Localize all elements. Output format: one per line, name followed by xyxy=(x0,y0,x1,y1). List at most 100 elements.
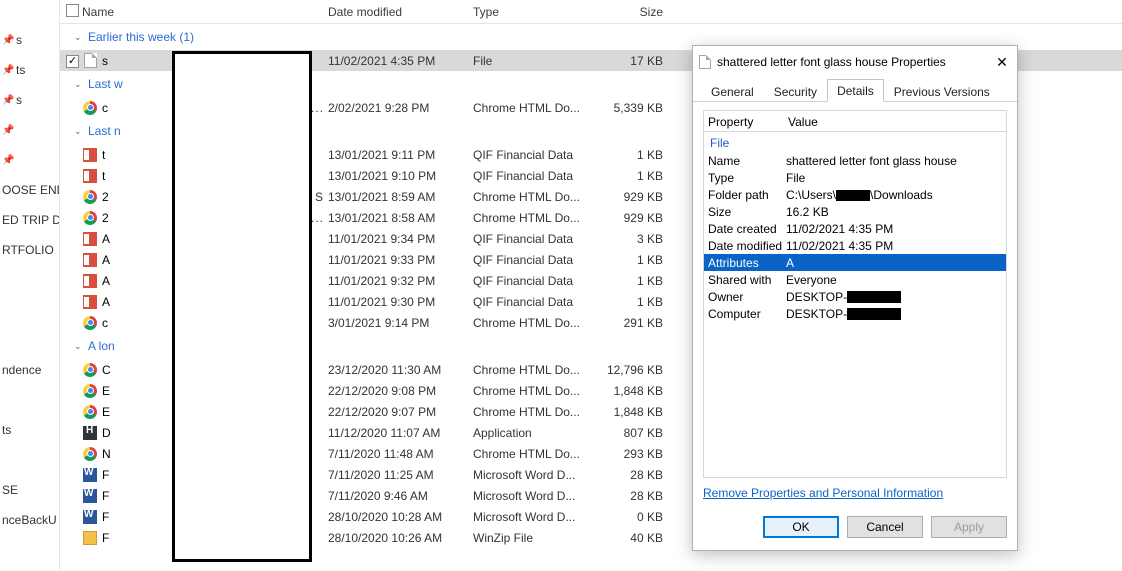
tab-general[interactable]: General xyxy=(701,80,764,102)
file-name: F xyxy=(102,489,109,503)
header-type[interactable]: Type xyxy=(473,5,593,19)
sidebar-item[interactable]: 📌ts xyxy=(0,60,59,80)
remove-properties-link[interactable]: Remove Properties and Personal Informati… xyxy=(703,478,1007,500)
file-date: 13/01/2021 9:10 PM xyxy=(328,169,473,183)
property-row[interactable]: Folder pathC:\Users\\Downloads xyxy=(704,186,1006,203)
property-row[interactable]: Date created11/02/2021 4:35 PM xyxy=(704,220,1006,237)
file-type: Chrome HTML Do... xyxy=(473,384,593,398)
header-size[interactable]: Size xyxy=(593,5,673,19)
file-name-trail: ... xyxy=(311,211,328,225)
file-name: t xyxy=(102,148,105,162)
dialog-buttons: OK Cancel Apply xyxy=(693,504,1017,550)
property-key: Date modified xyxy=(704,239,786,253)
dialog-title: shattered letter font glass house Proper… xyxy=(717,55,993,69)
property-row[interactable]: OwnerDESKTOP- xyxy=(704,288,1006,305)
file-name: c xyxy=(102,101,108,115)
file-size: 1 KB xyxy=(593,295,673,309)
qif-icon xyxy=(82,147,98,163)
word-icon xyxy=(82,488,98,504)
sidebar-item[interactable]: 📌s xyxy=(0,30,59,50)
file-size: 293 KB xyxy=(593,447,673,461)
application-icon xyxy=(82,425,98,441)
pin-icon: 📌 xyxy=(2,35,12,46)
sidebar-item[interactable]: SE xyxy=(0,480,59,500)
col-value[interactable]: Value xyxy=(788,115,1002,129)
file-name: A xyxy=(102,295,110,309)
file-date: 22/12/2020 9:08 PM xyxy=(328,384,473,398)
chrome-icon xyxy=(82,210,98,226)
file-date: 23/12/2020 11:30 AM xyxy=(328,363,473,377)
file-date: 28/10/2020 10:26 AM xyxy=(328,531,473,545)
property-key: Type xyxy=(704,171,786,185)
header-date[interactable]: Date modified xyxy=(328,5,473,19)
sidebar-item[interactable]: 📌 xyxy=(0,150,59,170)
sidebar-item[interactable]: nceBackU xyxy=(0,510,59,530)
file-name: D xyxy=(102,426,111,440)
sidebar-item-label: s xyxy=(16,33,22,47)
sidebar-item[interactable] xyxy=(0,300,59,320)
file-name-trail: S xyxy=(315,190,328,204)
sidebar-item[interactable] xyxy=(0,390,59,410)
chrome-icon xyxy=(82,362,98,378)
winzip-icon xyxy=(82,530,98,546)
file-size: 1 KB xyxy=(593,253,673,267)
file-size: 1 KB xyxy=(593,148,673,162)
close-icon[interactable]: ✕ xyxy=(993,53,1011,71)
sidebar-item[interactable]: 📌s xyxy=(0,90,59,110)
sidebar-item[interactable]: 📌 xyxy=(0,120,59,140)
header-name[interactable]: Name xyxy=(80,5,328,19)
redaction-box xyxy=(172,51,312,562)
file-type: Chrome HTML Do... xyxy=(473,405,593,419)
chrome-icon xyxy=(82,404,98,420)
file-size: 929 KB xyxy=(593,211,673,225)
tab-previous-versions[interactable]: Previous Versions xyxy=(884,80,1000,102)
property-row[interactable]: Date modified11/02/2021 4:35 PM xyxy=(704,237,1006,254)
file-type: Chrome HTML Do... xyxy=(473,190,593,204)
select-all-checkbox[interactable] xyxy=(66,4,79,17)
file-size: 28 KB xyxy=(593,468,673,482)
properties-table[interactable]: Property Value File Nameshattered letter… xyxy=(703,110,1007,478)
sidebar-item[interactable] xyxy=(0,450,59,470)
sidebar-item[interactable]: ts xyxy=(0,420,59,440)
col-property[interactable]: Property xyxy=(708,115,788,129)
property-row[interactable]: AttributesA xyxy=(704,254,1006,271)
property-row[interactable]: ComputerDESKTOP- xyxy=(704,305,1006,322)
sidebar-item[interactable]: ED TRIP D xyxy=(0,210,59,230)
property-row[interactable]: Nameshattered letter font glass house xyxy=(704,152,1006,169)
ok-button[interactable]: OK xyxy=(763,516,839,538)
sidebar-item[interactable]: RTFOLIO xyxy=(0,240,59,260)
file-size: 0 KB xyxy=(593,510,673,524)
file-name: s xyxy=(102,54,108,68)
property-key: Shared with xyxy=(704,273,786,287)
dialog-titlebar[interactable]: shattered letter font glass house Proper… xyxy=(693,46,1017,78)
column-headers[interactable]: Name Date modified Type Size xyxy=(60,0,1122,24)
sidebar-item-label: s xyxy=(16,93,22,107)
file-name: 2 xyxy=(102,211,109,225)
property-row[interactable]: Size16.2 KB xyxy=(704,203,1006,220)
row-checkbox[interactable] xyxy=(66,55,79,68)
sidebar-item[interactable]: OOSE END xyxy=(0,180,59,200)
file-date: 13/01/2021 8:59 AM xyxy=(328,190,473,204)
file-date: 7/11/2020 9:46 AM xyxy=(328,489,473,503)
file-size: 291 KB xyxy=(593,316,673,330)
tab-details[interactable]: Details xyxy=(827,79,884,102)
file-type: QIF Financial Data xyxy=(473,232,593,246)
sidebar-item-label: ndence xyxy=(2,363,41,377)
sidebar-item[interactable] xyxy=(0,540,59,560)
tab-security[interactable]: Security xyxy=(764,80,827,102)
property-key: Attributes xyxy=(704,256,786,270)
sidebar-item[interactable] xyxy=(0,270,59,290)
file-name: 2 xyxy=(102,190,109,204)
sidebar-item[interactable] xyxy=(0,330,59,350)
file-date: 11/01/2021 9:32 PM xyxy=(328,274,473,288)
property-row[interactable]: TypeFile xyxy=(704,169,1006,186)
apply-button: Apply xyxy=(931,516,1007,538)
property-row[interactable]: Shared withEveryone xyxy=(704,271,1006,288)
file-name-trail: ... xyxy=(311,101,328,115)
sidebar-item[interactable]: ndence xyxy=(0,360,59,380)
chrome-icon xyxy=(82,315,98,331)
chrome-icon xyxy=(82,189,98,205)
sidebar-item-label: OOSE END xyxy=(2,183,59,197)
file-type: Chrome HTML Do... xyxy=(473,101,593,115)
cancel-button[interactable]: Cancel xyxy=(847,516,923,538)
